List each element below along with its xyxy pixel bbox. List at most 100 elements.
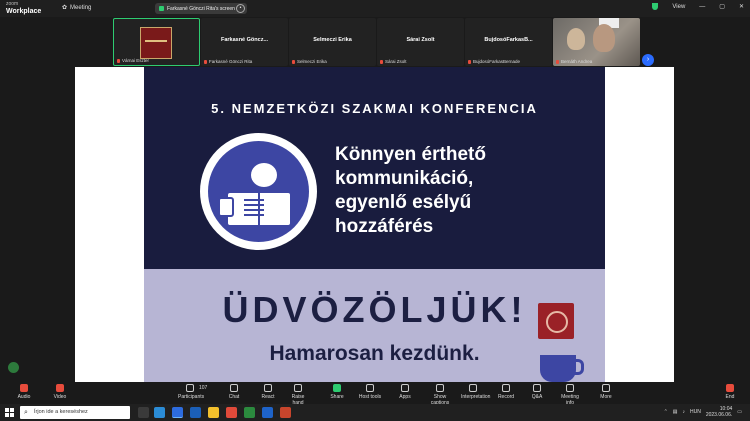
window-controls: View — ▢ ✕ — [652, 3, 744, 10]
slide-banner: 5. NEMZETKÖZI SZAKMAI KONFERENCIA Könnye… — [144, 67, 605, 269]
brand-top: zoom — [6, 1, 19, 7]
participants-count: 107 — [199, 385, 208, 391]
shared-screen-area: 5. NEMZETKÖZI SZAKMAI KONFERENCIA Könnye… — [0, 67, 750, 382]
share-button[interactable]: Share — [325, 384, 349, 400]
participant-name: Sárai Zsolt — [406, 37, 435, 43]
participant-sub-name: Várnai Eszter — [122, 58, 150, 63]
excel-icon[interactable] — [244, 407, 255, 418]
mic-muted-button[interactable]: Audio — [12, 384, 36, 400]
share-status-icon — [159, 6, 164, 11]
participant-tile[interactable]: Farkasné Göncz... Farkasné Gönczi Rita — [201, 18, 288, 66]
toolbar-label: Video — [53, 394, 67, 400]
host-tools-button[interactable]: Host tools — [358, 384, 382, 400]
logo-head — [251, 163, 277, 187]
mic-muted-icon — [204, 59, 207, 64]
apps-icon — [401, 384, 409, 392]
headline-line: kommunikáció, — [335, 168, 474, 189]
chat-button[interactable]: Chat — [222, 384, 246, 400]
participant-image — [140, 27, 172, 59]
share-options-icon[interactable]: • — [236, 4, 245, 13]
powerpoint-icon[interactable] — [280, 407, 291, 418]
app-brand: zoom Workplace — [6, 1, 41, 15]
captions-icon — [436, 384, 444, 392]
screen-share-indicator[interactable]: Farkasné Gönczi Rita's screen • — [155, 3, 247, 14]
toolbar-label: Participants — [178, 394, 205, 400]
presentation-slide: 5. NEMZETKÖZI SZAKMAI KONFERENCIA Könnye… — [75, 67, 674, 382]
view-button[interactable]: View — [672, 4, 685, 10]
welcome-text: ÜDVÖZÖLJÜK! — [222, 289, 527, 330]
meeting-menu[interactable]: ✿ Meeting — [62, 4, 91, 12]
task-view-icon[interactable] — [138, 407, 149, 418]
close-icon[interactable]: ✕ — [739, 3, 744, 10]
headline-line: egyenlő esélyű — [335, 192, 472, 213]
end-button[interactable]: End — [718, 384, 742, 400]
participant-video-tile[interactable]: Bernáth Andrea — [553, 18, 640, 66]
qa-button[interactable]: Q&A — [525, 384, 549, 400]
logo-circle — [208, 141, 309, 242]
react-icon — [264, 384, 272, 392]
headline-line: hozzáférés — [335, 216, 434, 237]
participants-icon — [186, 384, 194, 392]
participant-sub-name: BujdosóFarkasBernade — [473, 59, 521, 64]
participant-tile[interactable]: Selmeczi Erika Selmeczi Erika — [289, 18, 376, 66]
more-icon — [602, 384, 610, 392]
info-button[interactable]: Meeting info — [558, 384, 582, 406]
participant-label: BujdosóFarkasBernade — [468, 59, 520, 64]
chrome-icon[interactable] — [226, 407, 237, 418]
shield-meeting-icon: ✿ — [62, 5, 68, 11]
minimize-icon[interactable]: — — [699, 4, 705, 10]
outlook-icon[interactable] — [190, 407, 201, 418]
windows-taskbar: Írjon ide a kereséshez ⌃ ▤ ♪ HUN 10:04 2… — [0, 404, 750, 421]
toolbar-label: End — [725, 394, 735, 400]
participant-tile[interactable]: BujdosóFarkasB... BujdosóFarkasBernade — [465, 18, 552, 66]
chat-icon — [230, 384, 238, 392]
network-icon[interactable]: ▤ — [673, 409, 678, 415]
edge-icon[interactable] — [154, 407, 165, 418]
clock-date: 2023.06.06. — [705, 412, 733, 418]
participant-name: Farkasné Göncz... — [220, 37, 269, 43]
interpretation-icon — [469, 384, 477, 392]
participant-sub-name: Sárai Zsolt — [385, 59, 407, 64]
notifications-icon[interactable]: ▭ — [737, 409, 742, 415]
taskbar-clock[interactable]: 10:04 2023.06.06. — [706, 406, 732, 418]
file-explorer-icon[interactable] — [208, 407, 219, 418]
tray-chevron-icon[interactable]: ⌃ — [664, 409, 668, 415]
reaction-status-icon[interactable] — [8, 362, 19, 373]
interpretation-button[interactable]: Interpretation — [461, 384, 490, 400]
participant-name: Selmeczi Erika — [313, 37, 352, 43]
logo-text-lines — [244, 199, 264, 217]
slide-lower-panel: ÜDVÖZÖLJÜK! Hamarosan kezdünk. — [144, 269, 605, 382]
participant-tile[interactable]: Sárai Zsolt Sárai Zsolt — [377, 18, 464, 66]
coffee-cup-icon — [540, 355, 584, 382]
toolbar-label: React — [261, 394, 275, 400]
volume-icon[interactable]: ♪ — [683, 409, 686, 415]
share-pill-text: Farkasné Gönczi Rita's screen — [167, 5, 235, 12]
more-button[interactable]: More — [594, 384, 618, 400]
react-button[interactable]: React — [256, 384, 280, 400]
toolbar-label: Audio — [17, 394, 31, 400]
language-indicator[interactable]: HUN — [690, 409, 701, 415]
windows-start-icon[interactable] — [5, 408, 14, 417]
system-tray: ⌃ ▤ ♪ HUN 10:04 2023.06.06. ▭ — [664, 406, 742, 418]
participant-filmstrip: Várnai Eszter Farkasné Göncz... Farkasné… — [0, 17, 750, 67]
video-off-icon — [56, 384, 64, 392]
word-icon[interactable] — [262, 407, 273, 418]
encryption-shield-icon[interactable] — [652, 3, 659, 10]
zoom-app-icon[interactable] — [172, 407, 183, 418]
participant-label: Bernáth Andrea — [556, 59, 592, 64]
participant-tile[interactable]: Várnai Eszter — [113, 18, 200, 66]
video-off-button[interactable]: Video — [48, 384, 72, 400]
mic-muted-icon — [380, 59, 383, 64]
participant-sub-name: Bernáth Andrea — [561, 59, 593, 64]
next-page-icon[interactable]: › — [642, 54, 654, 66]
maximize-icon[interactable]: ▢ — [719, 3, 725, 10]
raise-hand-button[interactable]: Raise hand — [286, 384, 310, 406]
record-icon — [502, 384, 510, 392]
institution-seal-icon — [538, 303, 574, 339]
taskbar-search-input[interactable]: Írjon ide a kereséshez — [20, 406, 130, 419]
slide-headline: Könnyen érthető kommunikáció, egyenlő es… — [335, 143, 486, 239]
captions-button[interactable]: Show captions — [428, 384, 452, 406]
toolbar-label: Q&A — [531, 394, 543, 400]
record-button[interactable]: Record — [494, 384, 518, 400]
apps-button[interactable]: Apps — [393, 384, 417, 400]
